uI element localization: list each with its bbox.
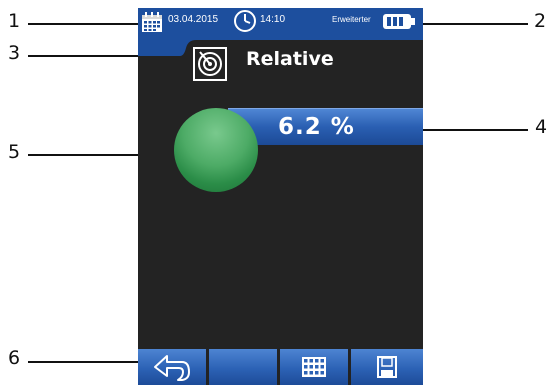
- callout-number-1: 1: [8, 10, 21, 32]
- callout-number-2: 2: [534, 10, 547, 32]
- grid-icon: [302, 357, 326, 377]
- blank-button[interactable]: [209, 349, 277, 385]
- callout-line-1: [28, 23, 150, 25]
- save-icon: [377, 356, 397, 378]
- grid-button[interactable]: [280, 349, 348, 385]
- save-button[interactable]: [351, 349, 423, 385]
- clock-icon: [234, 10, 256, 32]
- callout-line-2: [410, 23, 528, 25]
- calendar-icon[interactable]: [141, 11, 163, 33]
- back-button[interactable]: [138, 349, 206, 385]
- status-indicator-circle: [174, 108, 258, 192]
- battery-icon: [383, 14, 415, 29]
- radar-icon: [193, 47, 227, 81]
- mode-title: Relative: [246, 48, 334, 70]
- status-time: 14:10: [260, 14, 286, 25]
- callout-number-4: 4: [535, 116, 548, 138]
- callout-number-5: 5: [8, 141, 21, 163]
- back-icon: [154, 355, 190, 381]
- callout-number-6: 6: [8, 347, 21, 369]
- status-mode-label: Erweiterter: [332, 15, 371, 24]
- device-screen: 03.04.2015 14:10 Erweiterter Relative 6.…: [138, 8, 423, 385]
- reading-value: 6.2 %: [278, 114, 355, 140]
- status-date: 03.04.2015: [168, 14, 219, 25]
- callout-number-3: 3: [8, 42, 21, 64]
